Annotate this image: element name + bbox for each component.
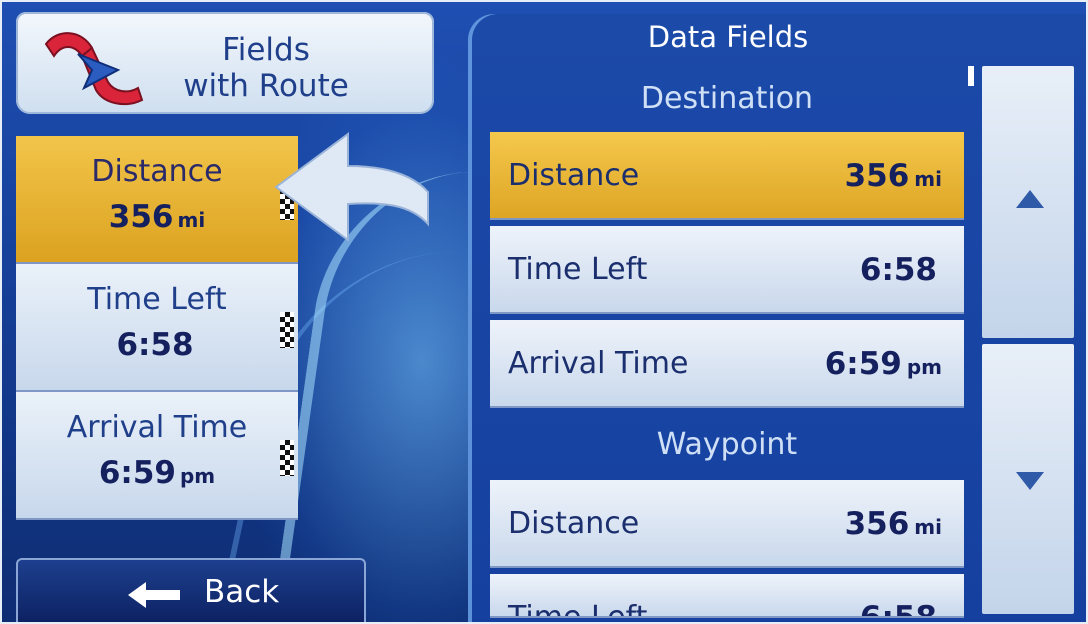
scroll-up-button[interactable] — [982, 66, 1074, 338]
row-label: Time Left — [508, 600, 648, 618]
finish-flag-icon — [280, 312, 294, 348]
scroll-down-button[interactable] — [982, 344, 1074, 614]
row-value: 6:58 — [859, 252, 937, 288]
data-row-time-left[interactable]: Time Left 6:58 — [490, 574, 964, 618]
data-row-distance[interactable]: Distance 356 mi — [490, 480, 964, 568]
field-value: 356 mi — [108, 199, 206, 235]
back-label: Back — [204, 574, 280, 610]
field-label: Arrival Time — [66, 410, 248, 445]
field-time-left[interactable]: Time Left 6:58 — [16, 264, 298, 392]
data-row-arrival-time[interactable]: Arrival Time 6:59 pm — [490, 320, 964, 408]
field-value: 6:59 pm — [98, 455, 216, 491]
field-value: 6:58 — [116, 327, 194, 363]
back-arrow-icon — [128, 582, 180, 608]
row-value: 356 mi — [844, 158, 942, 194]
fields-with-route-button[interactable]: Fields with Route — [16, 12, 434, 114]
scrollbar-thumb[interactable] — [968, 66, 974, 86]
row-value: 6:59 pm — [824, 346, 942, 382]
section-header-destination: Destination — [640, 81, 814, 116]
back-button[interactable]: Back — [16, 558, 366, 622]
scroll-up-icon — [1016, 190, 1044, 208]
row-label: Distance — [508, 506, 640, 541]
field-label: Time Left — [87, 282, 227, 317]
row-value: 6:58 — [859, 600, 937, 618]
pointer-arrow-icon — [274, 132, 429, 242]
row-label: Time Left — [508, 252, 648, 287]
row-label: Distance — [508, 158, 640, 193]
scroll-down-icon — [1016, 472, 1044, 490]
nav-screen: Fields with Route Distance 356 mi Time Le… — [0, 0, 1088, 624]
row-value: 356 mi — [844, 506, 942, 542]
panel-title: Data Fields — [647, 20, 809, 54]
field-arrival-time[interactable]: Arrival Time 6:59 pm — [16, 392, 298, 520]
fields-with-route-label: Fields with Route — [183, 32, 349, 104]
data-row-distance[interactable]: Distance 356 mi — [490, 132, 964, 220]
data-row-time-left[interactable]: Time Left 6:58 — [490, 226, 964, 314]
finish-flag-icon — [280, 440, 294, 476]
route-icon — [44, 32, 144, 106]
field-label: Distance — [91, 154, 223, 189]
field-distance[interactable]: Distance 356 mi — [16, 136, 298, 264]
section-header-waypoint: Waypoint — [656, 427, 798, 462]
row-label: Arrival Time — [508, 346, 689, 381]
data-fields-panel: Data Fields Destination Distance 356 mi T… — [468, 14, 1086, 622]
